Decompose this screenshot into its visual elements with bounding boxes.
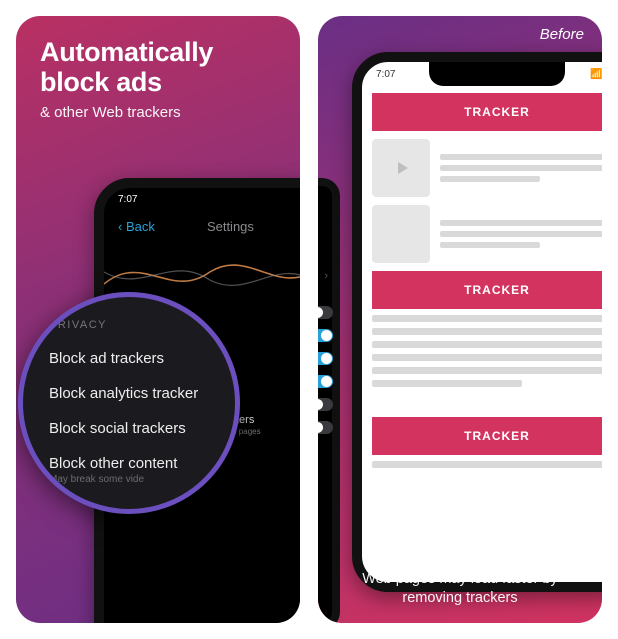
content-placeholder <box>372 139 602 197</box>
tracker-banner: TRACKER <box>372 93 602 131</box>
content-placeholder <box>372 315 602 387</box>
sliver-toggle <box>318 421 333 434</box>
nav-title: Settings <box>207 219 254 234</box>
promo-card-block-ads: Automatically block ads & other Web trac… <box>16 16 300 623</box>
tracker-banner: TRACKER <box>372 417 602 455</box>
content-placeholder <box>372 205 602 263</box>
chevron-right-icon: › <box>324 270 328 282</box>
magnifier-callout: PRIVACY Block ad trackers Block analytic… <box>18 292 240 514</box>
status-icons: 📶 🔋 <box>590 69 602 80</box>
before-label: Before <box>540 26 584 43</box>
play-icon <box>398 162 408 174</box>
phone-notch <box>429 62 565 86</box>
sliver-toggle <box>318 375 333 388</box>
tracker-banner: TRACKER <box>372 271 602 309</box>
headline-title: Browse faster <box>338 534 582 564</box>
phone-notch <box>164 188 294 210</box>
sliver-toggle <box>318 306 333 319</box>
nav-bar: ‹ Back Settings About <box>104 211 300 242</box>
sliver-toggle <box>318 329 333 342</box>
back-button[interactable]: ‹ Back <box>118 219 155 234</box>
headline-title: Automatically block ads <box>40 38 276 97</box>
clock-label: 7:07 <box>118 194 137 205</box>
thumbnail-icon <box>372 139 430 197</box>
mag-row-analytics: Block analytics tracker <box>49 376 235 411</box>
headline-subtitle: Web pages may load faster by removing tr… <box>338 570 582 609</box>
headline: Automatically block ads & other Web trac… <box>16 16 300 128</box>
thumbnail-icon <box>372 205 430 263</box>
mag-row-social: Block social trackers <box>49 411 235 446</box>
content-placeholder <box>372 461 602 468</box>
sliver-toggle <box>318 352 333 365</box>
sliver-toggle <box>318 398 333 411</box>
phone-mockup-webpage: 7:07 📶 🔋 TRACKER TRACKER <box>352 52 602 592</box>
mag-row-ad: Block ad trackers <box>49 341 235 376</box>
headline: Browse faster Web pages may load faster … <box>318 534 602 609</box>
clock-label: 7:07 <box>376 69 395 80</box>
promo-card-browse-faster: Before › 7:07 📶 🔋 TRACKER <box>318 16 602 623</box>
headline-subtitle: & other Web trackers <box>40 103 276 123</box>
